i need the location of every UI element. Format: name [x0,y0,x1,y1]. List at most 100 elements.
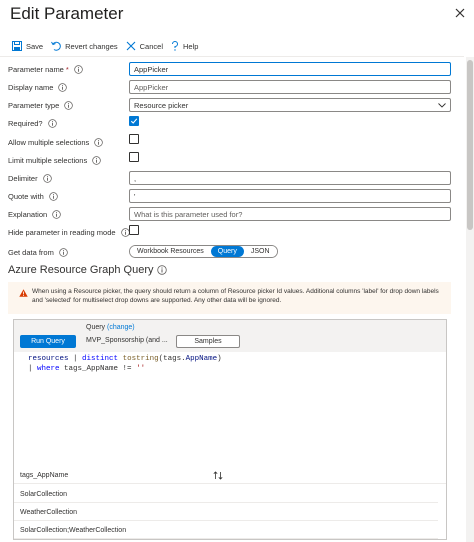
revert-label: Revert changes [65,41,118,51]
info-icon[interactable] [49,191,58,201]
edit-parameter-panel: Edit Parameter Save Revert changes Cance… [0,0,474,542]
limit-multiple-label: Limit multiple selections [8,155,88,165]
explanation-label: Explanation [8,209,48,219]
query-label: Query [86,324,106,331]
results-header: tags_AppName [14,468,446,484]
change-link[interactable]: (change) [107,324,135,331]
panel-title: Edit Parameter [10,4,124,23]
limit-multiple-checkbox[interactable] [129,152,139,162]
parameter-type-dropdown[interactable]: Resource picker [129,98,451,112]
info-icon[interactable] [59,247,68,257]
allow-multiple-label: Allow multiple selections [8,137,90,147]
info-icon[interactable] [156,265,167,275]
hide-reading-label: Hide parameter in reading mode [8,227,116,237]
quote-with-label-row: Quote with [8,189,58,203]
parameter-type-label-row: Parameter type [8,98,74,112]
info-icon[interactable] [74,64,83,74]
info-icon[interactable] [52,209,61,219]
query-code-editor[interactable]: resources | distinct tostring(tags.AppNa… [14,352,446,465]
explanation-input[interactable] [129,207,451,221]
display-name-label-row: Display name [8,80,68,94]
option-query[interactable]: Query [210,246,244,257]
save-button[interactable]: Save [12,41,43,51]
delimiter-label: Delimiter [8,173,38,183]
explanation-label-row: Explanation [8,207,61,221]
section-title: Azure Resource Graph Query [8,264,154,276]
required-asterisk: * [65,64,69,74]
required-checkbox[interactable] [129,116,139,126]
delimiter-input[interactable] [129,171,451,185]
sort-icon[interactable] [213,471,223,480]
info-icon[interactable] [47,118,57,128]
warning-icon [19,289,28,297]
table-row[interactable]: WeatherCollection [14,503,438,521]
allow-multiple-label-row: Allow multiple selections [8,135,104,149]
get-data-from-toggle: Workbook Resources Query JSON [129,245,278,258]
help-icon [172,41,178,51]
chevron-down-icon [438,102,446,108]
help-button[interactable]: Help [171,41,198,51]
required-label: Required? [8,118,43,128]
scrollbar-thumb[interactable] [467,60,473,230]
required-label-row: Required? [8,116,57,130]
run-query-button[interactable]: Run Query [20,335,76,348]
limit-multiple-label-row: Limit multiple selections [8,153,101,167]
display-name-input[interactable] [129,80,451,94]
subscription-selector[interactable]: MVP_Sponsorship (and ... [86,337,168,344]
table-row[interactable]: SolarCollection [14,485,438,503]
cancel-button[interactable]: Cancel [126,41,163,51]
quote-with-label: Quote with [8,191,44,201]
option-workbook-resources[interactable]: Workbook Resources [130,246,211,257]
help-label: Help [183,41,199,51]
info-icon[interactable] [58,82,68,92]
warning-banner: When using a Resource picker, the query … [8,282,451,314]
parameter-name-label-row: Parameter name * [8,62,83,76]
info-icon[interactable] [94,137,104,147]
code-token: (tags. [158,355,186,363]
code-token: | [68,355,83,363]
code-token: resources [28,355,69,363]
code-token: AppName [185,355,218,363]
allow-multiple-checkbox[interactable] [129,134,139,144]
close-icon[interactable] [452,5,468,21]
quote-with-input[interactable] [129,189,451,203]
section-title-row: Azure Resource Graph Query [8,264,167,276]
query-editor-container: Query (change) Run Query MVP_Sponsorship… [13,319,447,540]
info-icon[interactable] [92,155,101,165]
toolbar-divider [0,56,464,57]
parameter-type-label: Parameter type [8,100,60,110]
code-line-2: | where tags_AppName != '' [28,364,446,374]
table-row[interactable]: SolarCollection;WeatherCollection [14,521,438,539]
code-token: | [28,365,38,373]
parameter-name-label: Parameter name [8,64,64,74]
display-name-label: Display name [8,82,54,92]
checkmark-icon [130,118,138,124]
get-data-from-label-row: Get data from [8,245,68,259]
code-token: tostring [122,355,159,363]
query-header: Query (change) Run Query MVP_Sponsorship… [14,320,446,352]
code-token: != [122,365,132,373]
code-token: where [37,365,60,373]
code-line-1: resources | distinct tostring(tags.AppNa… [28,354,446,364]
option-json[interactable]: JSON [243,246,277,257]
code-token: ) [217,355,222,363]
parameter-name-input[interactable] [129,62,451,76]
toolbar: Save Revert changes Cancel Help [12,39,206,53]
cancel-icon [126,41,136,51]
get-data-from-label: Get data from [8,247,54,257]
save-label: Save [26,41,44,51]
hide-reading-label-row: Hide parameter in reading mode [8,225,130,239]
hide-reading-checkbox[interactable] [129,225,139,235]
info-icon[interactable] [64,100,74,110]
samples-button[interactable]: Samples [176,335,240,348]
column-header-tags-appname[interactable]: tags_AppName [20,472,68,479]
code-token: '' [136,365,146,373]
query-label-row: Query (change) [86,324,135,331]
code-token: tags_AppName [59,365,123,373]
info-icon[interactable] [42,173,52,183]
cancel-label: Cancel [139,41,163,51]
parameter-type-value: Resource picker [134,100,189,110]
warning-text: When using a Resource picker, the query … [32,288,439,304]
undo-icon [51,41,61,51]
revert-changes-button[interactable]: Revert changes [51,41,118,51]
